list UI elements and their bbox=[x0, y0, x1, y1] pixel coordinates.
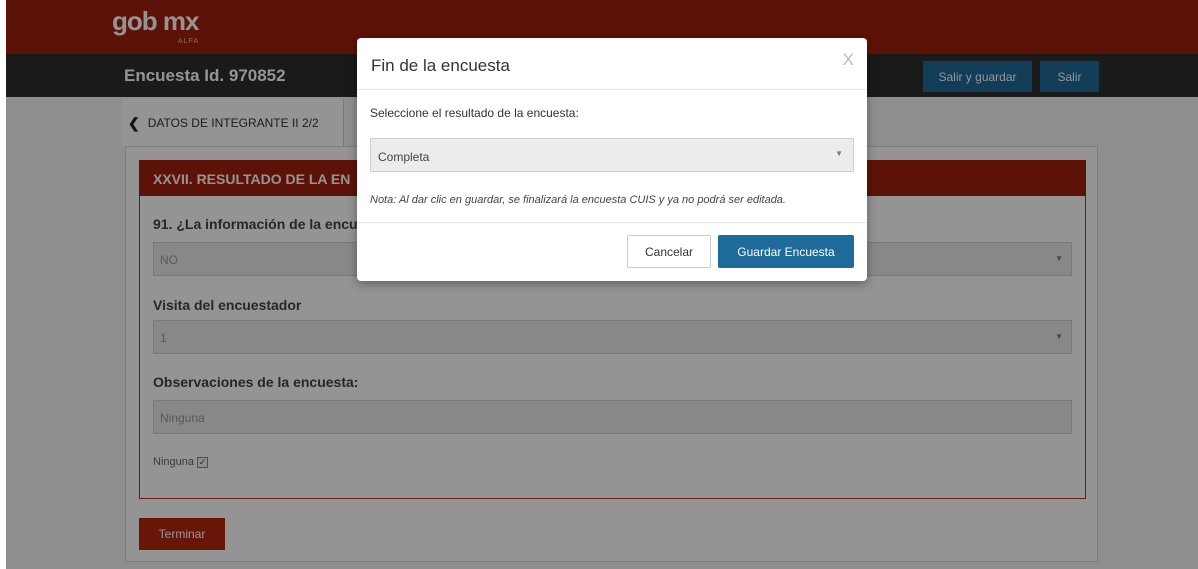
modal-divider bbox=[357, 222, 867, 223]
caret-down-icon: ▼ bbox=[835, 149, 843, 158]
cancel-button[interactable]: Cancelar bbox=[627, 235, 711, 268]
result-prompt: Seleccione el resultado de la encuesta: bbox=[370, 106, 579, 120]
modal-divider bbox=[357, 89, 867, 90]
result-selected-value: Completa bbox=[378, 150, 430, 164]
close-icon[interactable]: X bbox=[843, 50, 854, 70]
save-survey-button[interactable]: Guardar Encuesta bbox=[718, 235, 854, 268]
modal-note: Nota: Al dar clic en guardar, se finaliz… bbox=[370, 194, 786, 206]
end-survey-modal: Fin de la encuesta X Seleccione el resul… bbox=[357, 38, 867, 281]
result-select[interactable]: Completa ▼ bbox=[370, 138, 854, 172]
modal-title: Fin de la encuesta bbox=[371, 56, 510, 75]
page-edge bbox=[0, 0, 6, 569]
